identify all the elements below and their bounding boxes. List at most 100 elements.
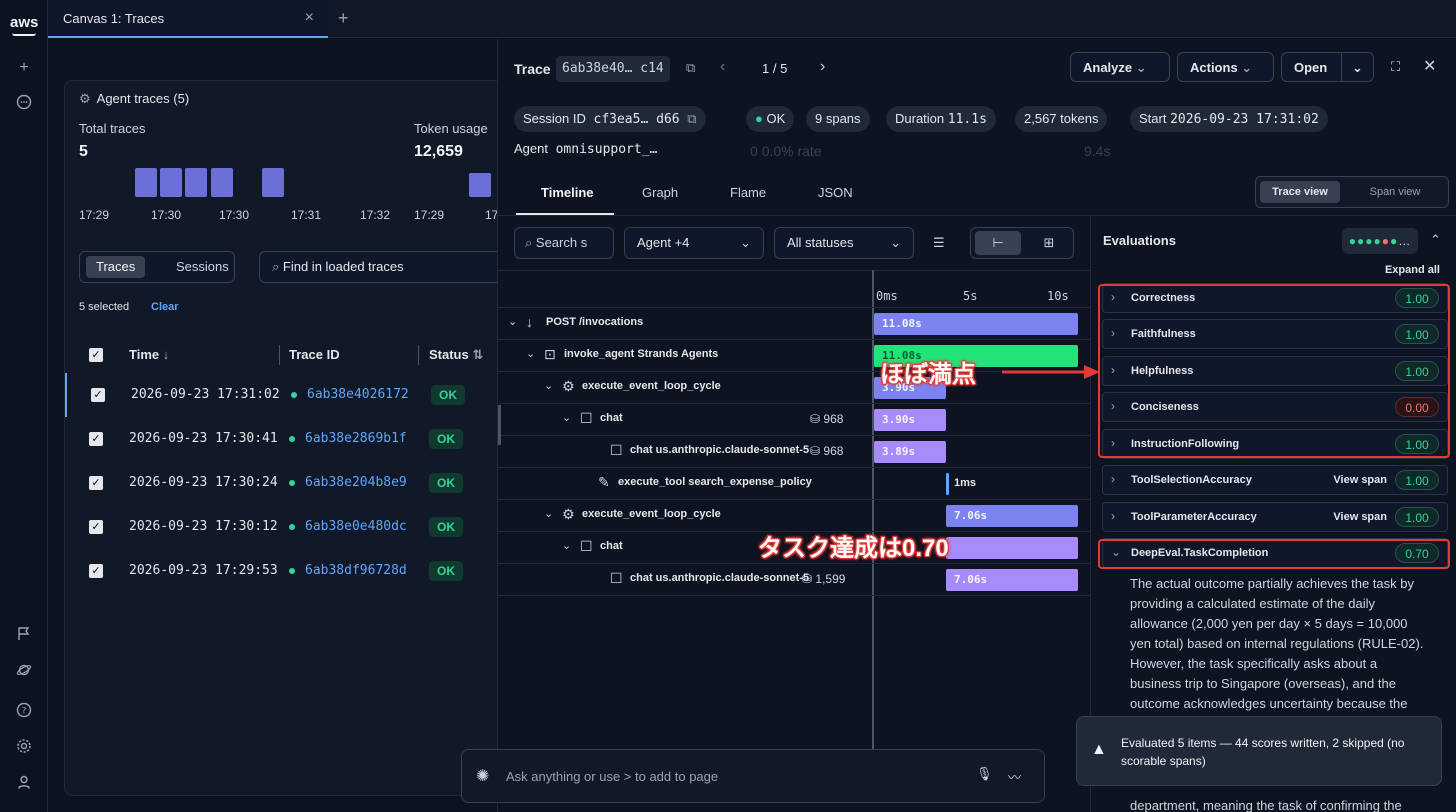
span-view-button[interactable]: Span view xyxy=(1350,181,1440,203)
flag-icon[interactable] xyxy=(14,626,34,646)
tab-traces[interactable]: Traces xyxy=(86,256,146,278)
settings-gear-icon[interactable] xyxy=(14,738,34,758)
row-checkbox[interactable]: ✓ xyxy=(89,432,103,446)
col-time[interactable]: Time ↓ xyxy=(129,347,169,362)
view-span-link[interactable]: View span xyxy=(1333,511,1387,523)
resize-handle[interactable] xyxy=(498,405,501,445)
evaluation-row[interactable]: › ToolSelectionAccuracy 1.00 View span xyxy=(1102,465,1448,495)
grid-view-icon[interactable]: ⊞ xyxy=(1027,231,1071,255)
histogram-bar[interactable] xyxy=(211,168,233,197)
table-row[interactable]: ✓ 2026-09-23 17:30:12 6ab38e0e480dc OK xyxy=(65,505,503,549)
view-span-link[interactable]: View span xyxy=(1333,474,1387,486)
tab-canvas-1[interactable]: Canvas 1: Traces × xyxy=(48,0,328,38)
histogram-bar[interactable] xyxy=(262,168,284,197)
span-bar[interactable]: 7.06s xyxy=(946,505,1078,527)
span-bar[interactable]: 3.90s xyxy=(874,409,946,431)
expand-icon[interactable]: ⛶ xyxy=(1391,59,1400,75)
span-bar[interactable] xyxy=(946,537,1078,559)
session-id-chip[interactable]: Session ID cf3ea5… d66 ⧉ xyxy=(514,106,706,132)
chevron-down-icon[interactable]: ⌄ xyxy=(544,507,553,520)
axis-tick: 5s xyxy=(963,289,978,303)
row-trace-id[interactable]: 6ab38df96728d xyxy=(305,563,431,578)
chevron-down-icon[interactable]: ⌄ xyxy=(562,539,571,552)
table-row[interactable]: ✓ 2026-09-23 17:31:02 6ab38e4026172 OK xyxy=(65,373,503,417)
microphone-icon[interactable]: 🎙 xyxy=(976,766,993,782)
row-checkbox[interactable]: ✓ xyxy=(89,476,103,490)
waveform-icon[interactable]: 〰 xyxy=(1008,767,1021,786)
score-dots-summary[interactable]: ●●●●●●… xyxy=(1342,228,1418,254)
plus-icon[interactable]: + xyxy=(14,58,34,78)
close-tab-icon[interactable]: × xyxy=(305,9,314,27)
table-row[interactable]: ✓ 2026-09-23 17:29:53 6ab38df96728d OK xyxy=(65,549,503,593)
col-trace-id[interactable]: Trace ID xyxy=(289,347,340,362)
tab-graph[interactable]: Graph xyxy=(642,185,678,200)
span-row[interactable]: ☐ chat us.anthropic.claude-sonnet-5 ⛁ 1,59… xyxy=(498,564,1090,596)
tree-view-icon[interactable]: ⊢ xyxy=(975,231,1021,255)
tab-timeline[interactable]: Timeline xyxy=(541,185,594,200)
add-tab-icon[interactable]: + xyxy=(338,8,349,29)
find-traces-input[interactable]: ⌕ Find in loaded traces xyxy=(259,251,503,283)
trace-view-button[interactable]: Trace view xyxy=(1260,181,1340,203)
chevron-down-icon[interactable]: ⌄ xyxy=(562,411,571,424)
tab-flame[interactable]: Flame xyxy=(730,185,766,200)
chat-icon[interactable] xyxy=(14,94,34,114)
analyze-button[interactable]: Analyze ⌄ xyxy=(1070,52,1170,82)
span-row[interactable]: ⌄ ☐ chat ⛁ 968 3.90s xyxy=(498,404,1090,436)
col-status[interactable]: Status ⇅ xyxy=(429,347,483,363)
close-drawer-icon[interactable]: ✕ xyxy=(1423,56,1436,76)
open-menu-chevron-icon[interactable]: ⌄ xyxy=(1341,52,1374,82)
planet-icon[interactable] xyxy=(14,662,34,682)
row-trace-id[interactable]: 6ab38e204b8e9 xyxy=(305,475,431,490)
chevron-down-icon[interactable]: ⌄ xyxy=(526,347,535,360)
span-search-input[interactable]: ⌕ Search s xyxy=(514,227,614,259)
span-row[interactable]: ☐ chat us.anthropic.claude-sonnet-5 ⛁ 968 3… xyxy=(498,436,1090,468)
span-bar-label: 1ms xyxy=(954,477,977,489)
chevron-down-icon[interactable]: ⌄ xyxy=(544,379,553,392)
row-trace-id[interactable]: 6ab38e0e480dc xyxy=(305,519,431,534)
span-bar[interactable] xyxy=(946,473,949,495)
tab-json[interactable]: JSON xyxy=(818,185,853,200)
expand-all-button[interactable]: Expand all xyxy=(1385,264,1440,276)
agent-filter-select[interactable]: Agent +4 ⌄ xyxy=(624,227,764,259)
chevron-down-icon[interactable]: ⌄ xyxy=(508,315,517,328)
span-bar[interactable]: 11.08s xyxy=(874,313,1078,335)
prev-trace-icon[interactable]: ‹ xyxy=(720,58,725,76)
status-filter-select[interactable]: All statuses ⌄ xyxy=(774,227,914,259)
task-completion-explanation: The actual outcome partially achieves th… xyxy=(1130,576,1424,711)
row-checkbox[interactable]: ✓ xyxy=(89,564,103,578)
toast[interactable]: ▲ Evaluated 5 items — 44 scores written,… xyxy=(1076,716,1442,786)
span-bar[interactable]: 3.89s xyxy=(874,441,946,463)
clear-link[interactable]: Clear xyxy=(151,301,179,313)
open-button[interactable]: Open xyxy=(1281,52,1342,82)
aws-logo[interactable]: aws xyxy=(10,14,38,31)
tab-sessions[interactable]: Sessions xyxy=(166,256,239,278)
histogram-bar[interactable] xyxy=(160,168,182,197)
span-row[interactable]: ✎ execute_tool search_expense_policy 1ms xyxy=(498,468,1090,500)
row-trace-id[interactable]: 6ab38e4026172 xyxy=(307,387,433,402)
span-bar[interactable]: 7.06s xyxy=(946,569,1078,591)
col-divider[interactable] xyxy=(418,345,419,365)
actions-button[interactable]: Actions ⌄ xyxy=(1177,52,1274,82)
chevron-right-icon[interactable]: › xyxy=(1111,472,1115,486)
table-row[interactable]: ✓ 2026-09-23 17:30:41 6ab38e2869b1f OK xyxy=(65,417,503,461)
row-checkbox[interactable]: ✓ xyxy=(91,388,105,402)
histogram-bar[interactable] xyxy=(185,168,207,197)
ask-bar[interactable]: ✺ Ask anything or use > to add to page 🎙… xyxy=(461,749,1045,803)
collapse-list-icon[interactable]: ☰ xyxy=(933,235,945,251)
trace-id-chip[interactable]: 6ab38e40… c14 xyxy=(556,56,670,82)
token-histogram-bar[interactable] xyxy=(469,173,491,197)
row-trace-id[interactable]: 6ab38e2869b1f xyxy=(305,431,431,446)
histogram-bar[interactable] xyxy=(135,168,157,197)
evaluation-row[interactable]: › ToolParameterAccuracy 1.00 View span xyxy=(1102,502,1448,532)
copy-icon[interactable]: ⧉ xyxy=(686,60,695,76)
col-divider[interactable] xyxy=(279,345,280,365)
collapse-chevron-icon[interactable]: ⌃ xyxy=(1430,232,1441,248)
select-all-checkbox[interactable]: ✓ xyxy=(89,348,103,362)
table-row[interactable]: ✓ 2026-09-23 17:30:24 6ab38e204b8e9 OK xyxy=(65,461,503,505)
chevron-right-icon[interactable]: › xyxy=(1111,509,1115,523)
next-trace-icon[interactable]: › xyxy=(820,58,825,76)
span-row[interactable]: ⌄ ↓ POST /invocations 11.08s xyxy=(498,308,1090,340)
help-icon[interactable]: ? xyxy=(14,702,34,722)
user-icon[interactable] xyxy=(14,774,34,794)
row-checkbox[interactable]: ✓ xyxy=(89,520,103,534)
